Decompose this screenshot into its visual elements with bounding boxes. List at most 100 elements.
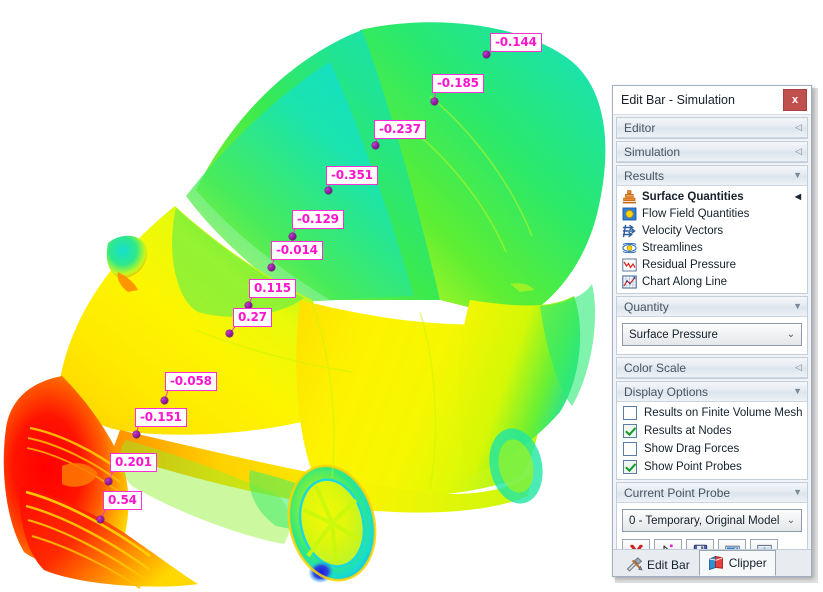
- surface-quantities-icon: [622, 190, 637, 204]
- display-option-label: Results on Finite Volume Mesh: [644, 407, 803, 419]
- section-quantity[interactable]: Quantity ▼ Surface Pressure ⌄: [616, 296, 808, 355]
- tools-icon: [626, 557, 643, 572]
- results-item-label: Velocity Vectors: [642, 225, 801, 237]
- checkbox-unchecked-icon[interactable]: [623, 442, 637, 456]
- section-editor[interactable]: Editor ◁: [616, 117, 808, 139]
- velocity-vectors-icon: [622, 224, 637, 238]
- display-option-show-point-probes[interactable]: Show Point Probes: [617, 458, 807, 476]
- probe-value-label[interactable]: 0.27: [233, 308, 272, 327]
- probe-point-dot[interactable]: [133, 431, 140, 438]
- display-option-label: Show Drag Forces: [644, 443, 739, 455]
- section-label-color-scale: Color Scale: [624, 361, 795, 375]
- probe-point-dot[interactable]: [431, 98, 438, 105]
- probe-value-label[interactable]: 0.115: [249, 279, 296, 298]
- section-header-current-point-probe[interactable]: Current Point Probe ▼: [617, 483, 807, 503]
- clipper-icon: [708, 555, 725, 571]
- section-header-editor[interactable]: Editor ◁: [617, 118, 807, 138]
- probe-value-label[interactable]: -0.014: [271, 241, 323, 260]
- results-item-velocity-vectors[interactable]: Velocity Vectors: [617, 222, 807, 239]
- probe-point-dot[interactable]: [289, 233, 296, 240]
- checkbox-checked-icon[interactable]: [623, 424, 637, 438]
- display-option-results-on-finite-volume-mesh[interactable]: Results on Finite Volume Mesh: [617, 404, 807, 422]
- display-option-results-at-nodes[interactable]: Results at Nodes: [617, 422, 807, 440]
- section-header-quantity[interactable]: Quantity ▼: [617, 297, 807, 317]
- quantity-dropdown-wrap: Surface Pressure ⌄: [617, 319, 807, 351]
- probe-value-label[interactable]: 0.201: [110, 453, 157, 472]
- section-label-current-point-probe: Current Point Probe: [624, 486, 793, 500]
- quantity-body: Surface Pressure ⌄: [617, 317, 807, 354]
- point-probe-select[interactable]: 0 - Temporary, Original Model ⌄: [622, 509, 802, 532]
- residual-pressure-icon: [622, 258, 637, 272]
- probe-value-label[interactable]: -0.151: [135, 408, 187, 427]
- chevron-down-icon: ▼: [793, 387, 802, 396]
- results-item-residual-pressure[interactable]: Residual Pressure: [617, 256, 807, 273]
- probe-value-label[interactable]: -0.185: [432, 74, 484, 93]
- tab-clipper[interactable]: Clipper: [699, 550, 776, 576]
- edit-bar-panel[interactable]: Edit Bar - Simulation x Editor ◁ Simulat…: [612, 85, 812, 577]
- chevron-down-icon: ⌄: [784, 515, 798, 526]
- section-header-simulation[interactable]: Simulation ◁: [617, 142, 807, 162]
- section-header-display-options[interactable]: Display Options ▼: [617, 382, 807, 402]
- point-probe-selected-value: 0 - Temporary, Original Model: [629, 515, 784, 527]
- results-item-chart-along-line[interactable]: Chart Along Line: [617, 273, 807, 290]
- display-option-label: Results at Nodes: [644, 425, 732, 437]
- chevron-left-icon: ◁: [795, 363, 802, 372]
- probe-value-label[interactable]: -0.237: [374, 120, 426, 139]
- probe-point-dot[interactable]: [268, 264, 275, 271]
- section-label-display-options: Display Options: [624, 385, 793, 399]
- checkbox-checked-icon[interactable]: [623, 460, 637, 474]
- display-option-label: Show Point Probes: [644, 461, 742, 473]
- panel-title-bar: Edit Bar - Simulation x: [613, 86, 811, 115]
- surface-quantities-icon: [622, 190, 637, 204]
- residual-pressure-icon: [622, 258, 637, 272]
- velocity-vectors-icon: [622, 224, 637, 238]
- probe-point-dot[interactable]: [325, 187, 332, 194]
- display-option-show-drag-forces[interactable]: Show Drag Forces: [617, 440, 807, 458]
- section-label-quantity: Quantity: [624, 300, 793, 314]
- probe-point-dot[interactable]: [97, 516, 104, 523]
- section-simulation[interactable]: Simulation ◁: [616, 141, 808, 163]
- probe-value-label[interactable]: -0.129: [292, 210, 344, 229]
- results-item-label: Chart Along Line: [642, 276, 801, 288]
- probe-point-dot[interactable]: [372, 142, 379, 149]
- flow-field-icon: [622, 207, 637, 221]
- quantity-selected-value: Surface Pressure: [629, 329, 784, 341]
- quantity-select[interactable]: Surface Pressure ⌄: [622, 323, 802, 346]
- panel-tab-strip: Edit Bar Clipper: [613, 549, 811, 576]
- section-label-results: Results: [624, 169, 793, 183]
- results-item-label: Streamlines: [642, 242, 801, 254]
- results-item-list: Surface Quantities◀Flow Field Quantities…: [617, 186, 807, 293]
- flow-field-icon: [622, 207, 637, 221]
- section-color-scale[interactable]: Color Scale ◁: [616, 357, 808, 379]
- section-label-simulation: Simulation: [624, 145, 795, 159]
- probe-point-dot[interactable]: [161, 397, 168, 404]
- section-header-color-scale[interactable]: Color Scale ◁: [617, 358, 807, 378]
- chevron-down-icon: ⌄: [784, 329, 798, 340]
- display-options-list: Results on Finite Volume Mesh Results at …: [617, 402, 807, 479]
- section-label-editor: Editor: [624, 121, 795, 135]
- results-item-label: Residual Pressure: [642, 259, 801, 271]
- results-item-label: Surface Quantities: [642, 191, 795, 203]
- results-item-flow-field-quantities[interactable]: Flow Field Quantities: [617, 205, 807, 222]
- checkbox-unchecked-icon[interactable]: [623, 406, 637, 420]
- probe-value-label[interactable]: -0.058: [165, 372, 217, 391]
- probe-value-label[interactable]: 0.54: [103, 491, 142, 510]
- tab-edit-bar[interactable]: Edit Bar: [617, 552, 699, 576]
- probe-point-dot[interactable]: [226, 330, 233, 337]
- section-results[interactable]: Results ▼ Surface Quantities◀Flow Field …: [616, 165, 808, 294]
- chevron-left-icon: ◁: [795, 147, 802, 156]
- streamlines-icon: [622, 241, 637, 255]
- chart-along-line-icon: [622, 275, 637, 289]
- probe-point-dot[interactable]: [105, 478, 112, 485]
- close-button[interactable]: x: [783, 89, 807, 111]
- probe-value-label[interactable]: -0.144: [490, 33, 542, 52]
- app-root: -0.144 -0.185 -0.237 -0.351 -0.129 -0.014 0.11…: [0, 0, 823, 592]
- chart-along-line-icon: [622, 275, 637, 289]
- probe-value-label[interactable]: -0.351: [326, 166, 378, 185]
- results-item-surface-quantities[interactable]: Surface Quantities◀: [617, 188, 807, 205]
- probe-point-dot[interactable]: [483, 51, 490, 58]
- results-item-streamlines[interactable]: Streamlines: [617, 239, 807, 256]
- chevron-down-icon: ▼: [793, 302, 802, 311]
- section-display-options[interactable]: Display Options ▼ Results on Finite Volu…: [616, 381, 808, 480]
- section-header-results[interactable]: Results ▼: [617, 166, 807, 186]
